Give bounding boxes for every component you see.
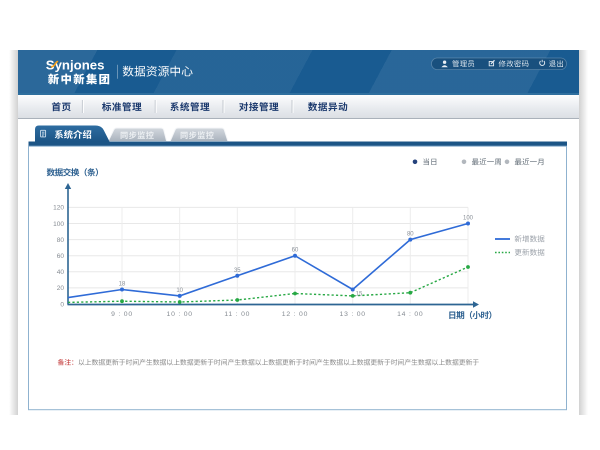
- svg-text:20: 20: [57, 285, 65, 292]
- svg-text:0: 0: [60, 301, 64, 308]
- svg-text:40: 40: [57, 269, 65, 276]
- svg-text:80: 80: [57, 237, 65, 244]
- svg-text:18: 18: [119, 282, 126, 288]
- svg-text:60: 60: [57, 253, 65, 260]
- svg-text:15: 15: [356, 292, 363, 298]
- svg-text:100: 100: [53, 221, 64, 228]
- svg-text:10 : 00: 10 : 00: [167, 311, 193, 318]
- svg-text:10: 10: [176, 288, 183, 294]
- svg-text:14 : 00: 14 : 00: [397, 311, 423, 318]
- svg-text:100: 100: [463, 216, 474, 222]
- svg-text:35: 35: [234, 268, 241, 274]
- svg-text:12 : 00: 12 : 00: [282, 311, 308, 318]
- svg-text:120: 120: [53, 205, 64, 212]
- svg-text:13 : 00: 13 : 00: [340, 311, 366, 318]
- svg-text:60: 60: [292, 248, 299, 254]
- svg-text:11 : 00: 11 : 00: [224, 311, 250, 318]
- svg-text:80: 80: [407, 232, 414, 238]
- svg-text:9 : 00: 9 : 00: [111, 311, 133, 318]
